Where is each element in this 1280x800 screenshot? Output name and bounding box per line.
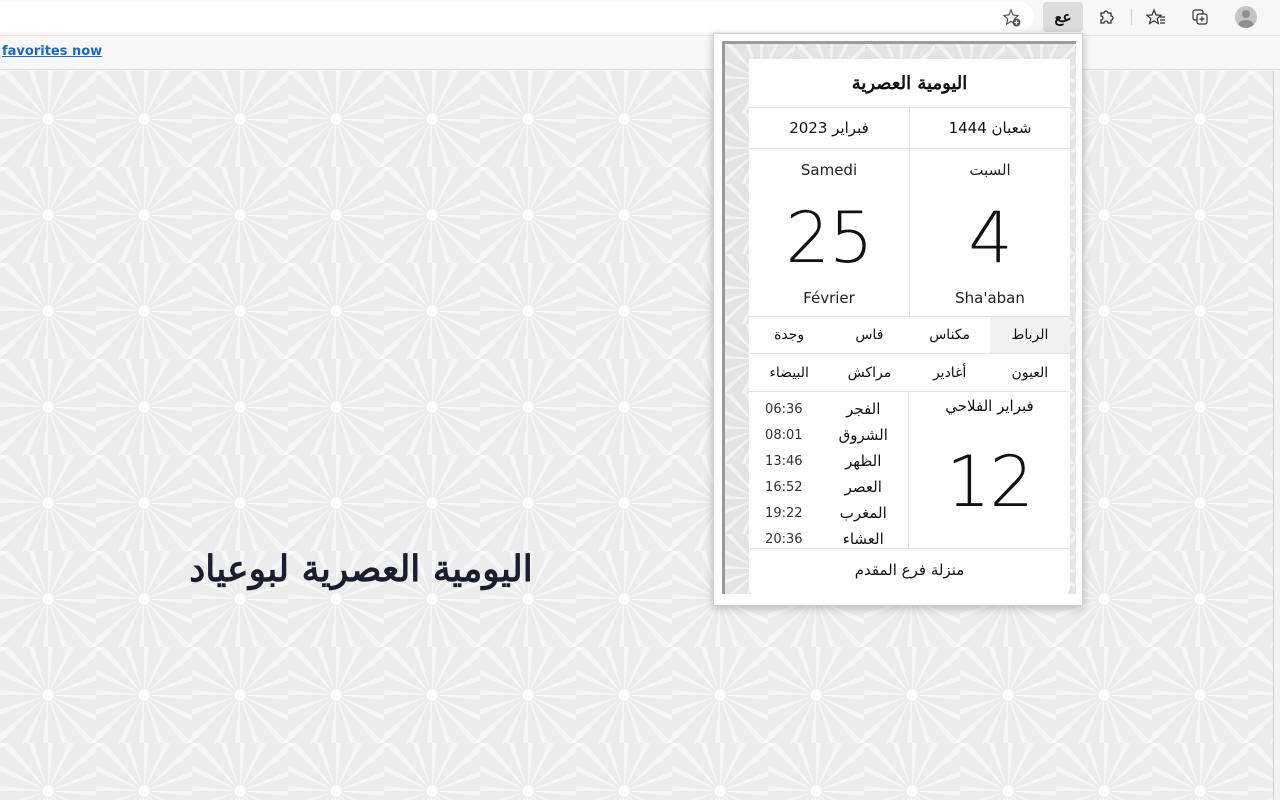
manzil-label: منزلة فرع المقدم (854, 561, 965, 579)
prayer-time: 13:46 (765, 453, 803, 469)
prayer-time: 16:52 (765, 479, 803, 495)
city-row-2: العيون أغادير مراكش البيضاء (749, 354, 1070, 391)
puzzle-icon (1100, 10, 1114, 24)
gregorian-month-name: Février (803, 289, 855, 307)
prayer-name: الفجر (846, 400, 881, 418)
calendar-card: اليومية العصرية فبراير 2023 شعبان 1444 S… (749, 59, 1070, 597)
favorites-button[interactable] (1136, 2, 1176, 32)
collections-button[interactable] (1180, 2, 1220, 32)
extensions-button[interactable] (1087, 2, 1127, 32)
prayer-row: 19:22 المغرب (749, 500, 908, 526)
extension-popup: اليومية العصرية فبراير 2023 شعبان 1444 S… (713, 33, 1083, 606)
prayer-and-fallahi: 06:36 الفجر 08:01 الشروق 13:46 الظهر 16:… (749, 392, 1070, 549)
prayer-row: 13:46 الظهر (749, 448, 908, 474)
browser-toolbar: عع (0, 0, 1280, 36)
prayer-name: العشاء (842, 530, 884, 548)
city-oujda[interactable]: وجدة (749, 317, 829, 353)
prayer-row: 20:36 العشاء (749, 526, 908, 552)
city-marrakech[interactable]: مراكش (829, 354, 909, 391)
fallahi-month-label: فبراير الفلاحي (945, 397, 1034, 415)
extension-yawmiya-button[interactable]: عع (1043, 2, 1083, 32)
prayer-time: 08:01 (765, 427, 803, 443)
gregorian-date: Samedi 25 Février (749, 149, 910, 316)
prayer-name: العصر (844, 478, 882, 496)
prayer-name: الظهر (845, 452, 882, 470)
prayer-time: 06:36 (765, 401, 803, 417)
address-bar[interactable] (0, 2, 1034, 32)
prayer-times: 06:36 الفجر 08:01 الشروق 13:46 الظهر 16:… (749, 392, 909, 548)
city-rabat[interactable]: الرباط (989, 317, 1070, 353)
month-year-row: فبراير 2023 شعبان 1444 (749, 108, 1070, 149)
city-fes[interactable]: فاس (829, 317, 909, 353)
profile-button[interactable] (1226, 2, 1266, 32)
fallahi-date: فبراير الفلاحي 12 (909, 392, 1070, 548)
hijri-date: السبت 4 Sha'aban (910, 149, 1070, 316)
prayer-time: 20:36 (765, 531, 803, 547)
hijri-day-name: السبت (969, 161, 1011, 179)
gregorian-day-name: Samedi (800, 161, 858, 179)
city-agadir[interactable]: أغادير (910, 354, 990, 391)
extension-logo-icon: عع (1054, 8, 1072, 26)
toolbar-separator (1131, 9, 1132, 25)
page-scrollbar[interactable] (1274, 71, 1280, 800)
hijri-month-year: شعبان 1444 (948, 119, 1032, 137)
import-favorites-link[interactable]: favorites now (2, 44, 102, 59)
favorites-bar: favorites now (0, 36, 1280, 70)
city-casablanca[interactable]: البيضاء (749, 354, 829, 391)
fallahi-day-number: 12 (945, 441, 1034, 523)
city-selector: الرباط مكناس فاس وجدة العيون أغادير مراك… (749, 317, 1070, 392)
gregorian-day-number: 25 (785, 197, 873, 279)
prayer-name: المغرب (839, 504, 887, 522)
prayer-time: 19:22 (765, 505, 803, 521)
favorites-list-icon (1146, 8, 1165, 25)
hijri-day-number: 4 (968, 197, 1013, 279)
prayer-row: 16:52 العصر (749, 474, 908, 500)
prayer-name: الشروق (838, 426, 888, 444)
collections-icon (1192, 9, 1208, 25)
star-add-icon (1002, 8, 1021, 27)
page-title: اليومية العصرية لبوعياد (189, 548, 533, 590)
prayer-row: 08:01 الشروق (749, 422, 908, 448)
city-laayoune[interactable]: العيون (990, 354, 1070, 391)
avatar-icon (1235, 6, 1257, 28)
date-box: Samedi 25 Février السبت 4 Sha'aban (749, 149, 1070, 317)
gregorian-month-year: فبراير 2023 (749, 108, 910, 148)
popup-title: اليومية العصرية (749, 59, 1070, 108)
prayer-row: 06:36 الفجر (749, 396, 908, 422)
hijri-month-name: Sha'aban (955, 289, 1025, 307)
add-favorite-button[interactable] (1000, 7, 1024, 29)
popup-pattern-frame: اليومية العصرية فبراير 2023 شعبان 1444 S… (722, 41, 1076, 597)
city-row-1: الرباط مكناس فاس وجدة (749, 317, 1070, 354)
city-meknes[interactable]: مكناس (910, 317, 990, 353)
